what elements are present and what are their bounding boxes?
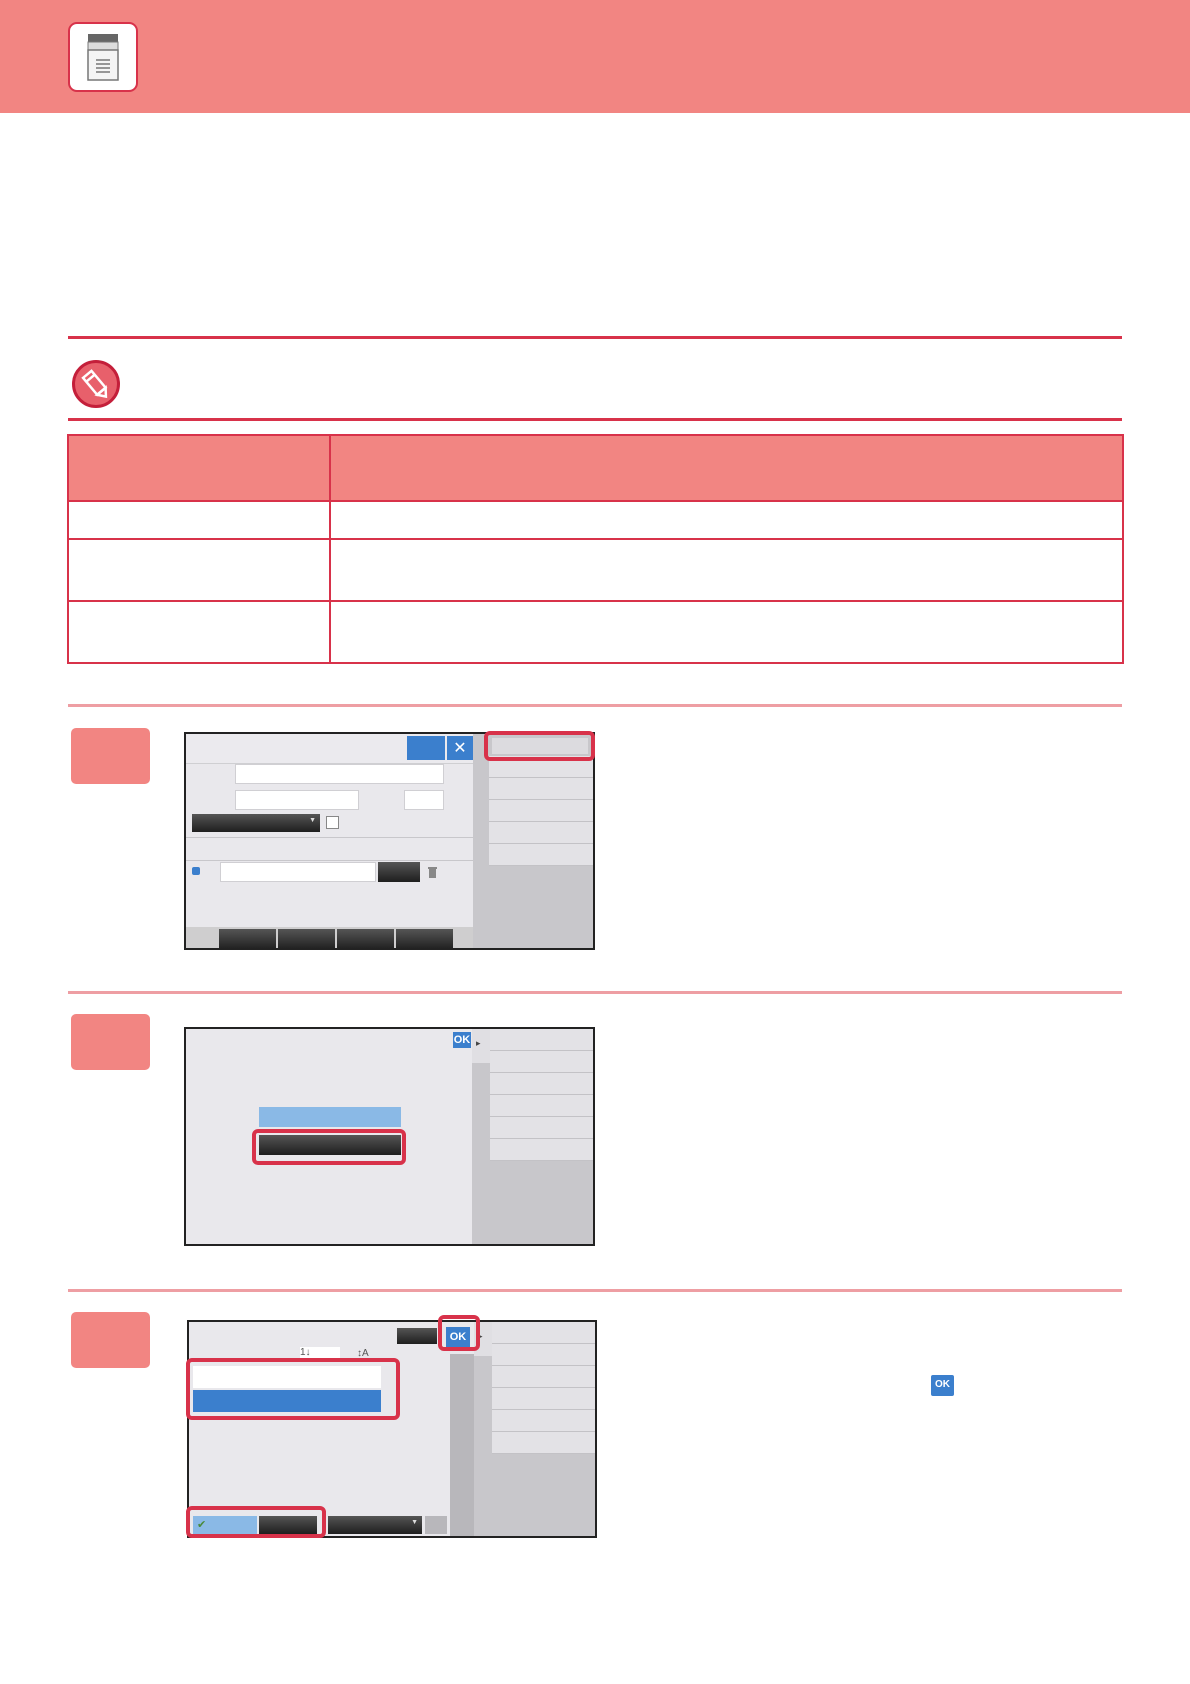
action-panel-item[interactable] (492, 1344, 595, 1366)
step-3-ok-highlight (438, 1315, 480, 1351)
cancel-button[interactable] (397, 1328, 437, 1344)
trash-icon[interactable] (427, 865, 438, 879)
step-2-marker (71, 1014, 150, 1070)
tab-email[interactable] (278, 929, 335, 948)
address-field[interactable] (220, 862, 376, 882)
number-field[interactable] (404, 790, 444, 810)
pencil-note-icon (72, 360, 120, 408)
action-panel-item[interactable] (492, 1366, 595, 1388)
action-panel-item[interactable] (490, 1095, 593, 1117)
favorite-checkbox[interactable] (326, 816, 339, 829)
action-panel-item[interactable] (490, 1117, 593, 1139)
step-1-rule (68, 704, 1122, 707)
tab-folder[interactable] (396, 929, 453, 948)
table-row-divider (69, 600, 1122, 602)
address-detail-button[interactable] (378, 862, 420, 882)
action-panel-item[interactable] (490, 1029, 593, 1051)
action-panel-item[interactable] (490, 1051, 593, 1073)
action-panel-item[interactable] (490, 1139, 593, 1161)
step-1-screenshot: ✕ ▼ (184, 732, 595, 950)
table-row-divider (69, 538, 1122, 540)
filter-dropdown[interactable]: ▼ (328, 1516, 422, 1534)
action-panel-item[interactable] (492, 1410, 595, 1432)
home-button[interactable] (68, 22, 138, 92)
step-3-marker (71, 1312, 150, 1368)
step-2-rule (68, 991, 1122, 994)
category-dropdown[interactable]: ▼ (192, 814, 320, 832)
option-button-selected[interactable] (259, 1107, 401, 1127)
action-panel-item[interactable] (489, 844, 593, 866)
copier-home-icon (87, 34, 119, 81)
table-column-divider (329, 436, 331, 662)
address-type-icon (192, 867, 200, 875)
close-icon: ✕ (453, 738, 467, 757)
step-1-marker (71, 728, 150, 784)
tab-fax[interactable] (219, 929, 276, 948)
action-panel-item[interactable] (489, 800, 593, 822)
tab-ftp[interactable] (337, 929, 394, 948)
action-button[interactable] (407, 736, 445, 760)
close-button[interactable]: ✕ (447, 736, 473, 760)
name-field[interactable] (235, 764, 444, 784)
table-header-row (69, 436, 1122, 502)
scrollbar[interactable] (450, 1354, 474, 1536)
step-3-rule (68, 1289, 1122, 1292)
note-bottom-rule (68, 418, 1122, 421)
action-panel-item[interactable] (490, 1073, 593, 1095)
note-top-rule (68, 336, 1122, 339)
action-panel-item[interactable] (489, 822, 593, 844)
step-2-highlight (252, 1129, 406, 1165)
action-panel-item[interactable] (492, 1432, 595, 1454)
step-1-highlight (484, 731, 595, 761)
step-3-buttons-highlight (186, 1506, 326, 1538)
reading-field[interactable] (235, 790, 359, 810)
action-panel-item[interactable] (492, 1322, 595, 1344)
page-header (0, 0, 1190, 113)
info-table (67, 434, 1124, 664)
step-3-list-highlight (186, 1358, 400, 1420)
ok-button[interactable]: OK (453, 1032, 471, 1048)
action-panel-item[interactable] (489, 778, 593, 800)
action-panel-item[interactable] (492, 1388, 595, 1410)
inline-ok-key-icon: OK (931, 1375, 954, 1396)
